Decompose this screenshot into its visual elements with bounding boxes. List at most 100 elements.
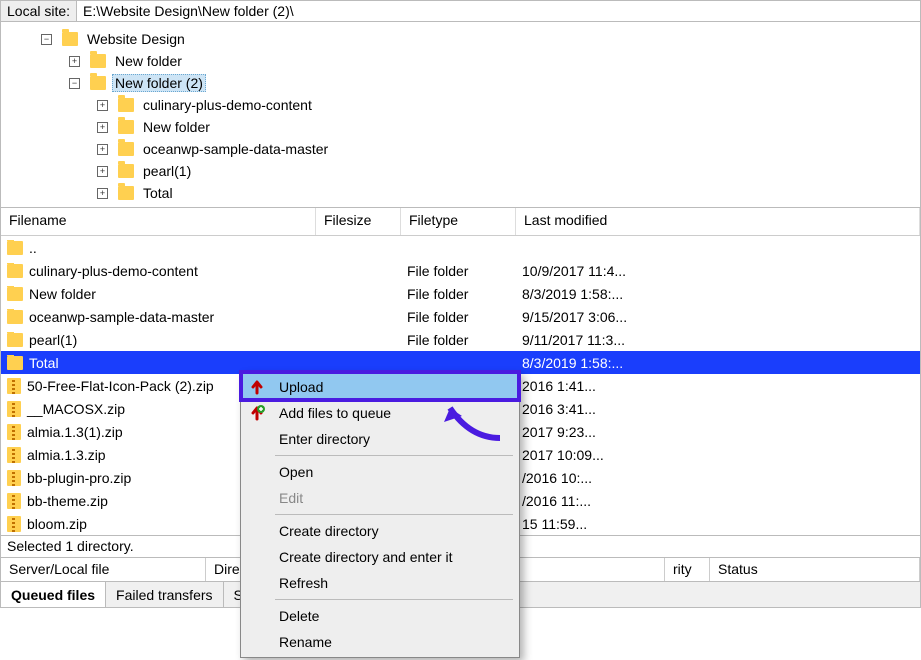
tree-item-label: Website Design	[84, 30, 188, 48]
tree-item[interactable]: +culinary-plus-demo-content	[1, 94, 920, 116]
menu-label: Upload	[279, 379, 323, 395]
tree-item-label: Total	[140, 184, 176, 202]
tree-item[interactable]: + oceanwp-sample-data-master	[1, 138, 920, 160]
menu-label: Add files to queue	[279, 405, 391, 421]
file-name: pearl(1)	[29, 332, 77, 348]
menu-add-files-to-queue[interactable]: Add files to queue	[243, 400, 517, 426]
folder-icon	[7, 287, 23, 301]
tree-item[interactable]: +New folder	[1, 50, 920, 72]
col-lastmod[interactable]: Last modified	[516, 208, 920, 235]
menu-label: Enter directory	[279, 431, 370, 447]
tree-item[interactable]: + pearl(1)	[1, 160, 920, 182]
menu-create-directory-and-enter-it[interactable]: Create directory and enter it	[243, 544, 517, 570]
expand-icon[interactable]: +	[97, 100, 108, 111]
file-name: __MACOSX.zip	[27, 401, 125, 417]
file-name: bloom.zip	[27, 516, 87, 532]
tree-item[interactable]: + Total	[1, 182, 920, 204]
tab-queued-files[interactable]: Queued files	[1, 582, 106, 607]
file-modified: /2016 11:...	[516, 493, 920, 509]
file-name: New folder	[29, 286, 96, 302]
menu-label: Create directory and enter it	[279, 549, 453, 565]
file-modified: 9/11/2017 11:3...	[516, 332, 920, 348]
menu-label: Refresh	[279, 575, 328, 591]
file-row[interactable]: oceanwp-sample-data-master File folder9/1…	[1, 305, 920, 328]
file-modified: /2016 10:...	[516, 470, 920, 486]
file-name: bb-theme.zip	[27, 493, 108, 509]
col-filetype[interactable]: Filetype	[401, 208, 516, 235]
file-name: almia.1.3.zip	[27, 447, 106, 463]
col-priority[interactable]: rity	[665, 558, 710, 581]
col-status[interactable]: Status	[710, 558, 920, 581]
menu-delete[interactable]: Delete	[243, 603, 517, 629]
menu-label: Rename	[279, 634, 332, 650]
zip-icon	[7, 493, 21, 509]
file-modified: 8/3/2019 1:58:...	[516, 355, 920, 371]
collapse-icon[interactable]: −	[69, 78, 80, 89]
menu-enter-directory[interactable]: Enter directory	[243, 426, 517, 452]
menu-separator	[275, 599, 513, 600]
folder-icon	[118, 98, 134, 112]
folder-tree[interactable]: − Website Design + New folder −New folder (2…	[0, 22, 921, 207]
file-name: culinary-plus-demo-content	[29, 263, 198, 279]
folder-icon	[118, 164, 134, 178]
menu-refresh[interactable]: Refresh	[243, 570, 517, 596]
file-row[interactable]: ..	[1, 236, 920, 259]
zip-icon	[7, 401, 21, 417]
file-name: ..	[29, 240, 37, 256]
menu-label: Create directory	[279, 523, 379, 539]
file-modified: 15 11:59...	[516, 516, 920, 532]
expand-icon[interactable]: +	[97, 188, 108, 199]
menu-separator	[275, 514, 513, 515]
tree-item-label: pearl(1)	[140, 162, 194, 180]
expand-icon[interactable]: +	[97, 144, 108, 155]
file-modified: 2016 1:41...	[516, 378, 920, 394]
expand-icon[interactable]: +	[97, 166, 108, 177]
file-name: bb-plugin-pro.zip	[27, 470, 131, 486]
file-modified: 2017 10:09...	[516, 447, 920, 463]
file-row[interactable]: pearl(1) File folder9/11/2017 11:3...	[1, 328, 920, 351]
menu-rename[interactable]: Rename	[243, 629, 517, 655]
tree-item[interactable]: + New folder	[1, 116, 920, 138]
folder-icon	[90, 76, 106, 90]
file-modified: 8/3/2019 1:58:...	[516, 286, 920, 302]
expand-icon[interactable]: +	[69, 56, 80, 67]
col-filesize[interactable]: Filesize	[316, 208, 401, 235]
folder-icon	[118, 120, 134, 134]
tree-item[interactable]: − Website Design	[1, 28, 920, 50]
col-serverlocal[interactable]: Server/Local file	[1, 558, 206, 581]
zip-icon	[7, 424, 21, 440]
menu-create-directory[interactable]: Create directory	[243, 518, 517, 544]
expand-icon[interactable]: +	[97, 122, 108, 133]
file-name: 50-Free-Flat-Icon-Pack (2).zip	[27, 378, 214, 394]
tree-item[interactable]: −New folder (2)	[1, 72, 920, 94]
folder-icon	[7, 356, 23, 370]
context-menu: Upload Add files to queue Enter directory O…	[240, 371, 520, 658]
folder-icon	[7, 333, 23, 347]
col-filename[interactable]: Filename	[1, 208, 316, 235]
menu-separator	[275, 455, 513, 456]
menu-open[interactable]: Open	[243, 459, 517, 485]
tab-failed-transfers[interactable]: Failed transfers	[106, 582, 223, 607]
menu-upload[interactable]: Upload	[243, 374, 517, 400]
menu-edit: Edit	[243, 485, 517, 511]
file-type: File folder	[401, 309, 516, 325]
add-queue-icon	[249, 405, 265, 421]
collapse-icon[interactable]: −	[41, 34, 52, 45]
file-name: Total	[29, 355, 59, 371]
file-type: File folder	[401, 332, 516, 348]
zip-icon	[7, 447, 21, 463]
tree-item-label: oceanwp-sample-data-master	[140, 140, 331, 158]
file-modified: 10/9/2017 11:4...	[516, 263, 920, 279]
file-row[interactable]: New folderFile folder8/3/2019 1:58:...	[1, 282, 920, 305]
file-modified: 9/15/2017 3:06...	[516, 309, 920, 325]
file-name: oceanwp-sample-data-master	[29, 309, 214, 325]
local-site-path-bar: Local site:	[0, 0, 921, 22]
local-site-input[interactable]	[77, 1, 920, 21]
file-list-header: Filename Filesize Filetype Last modified	[1, 208, 920, 236]
folder-icon	[7, 310, 23, 324]
tree-item-label: New folder	[140, 118, 213, 136]
file-row[interactable]: culinary-plus-demo-contentFile folder10/…	[1, 259, 920, 282]
zip-icon	[7, 470, 21, 486]
menu-label: Open	[279, 464, 313, 480]
folder-icon	[118, 186, 134, 200]
